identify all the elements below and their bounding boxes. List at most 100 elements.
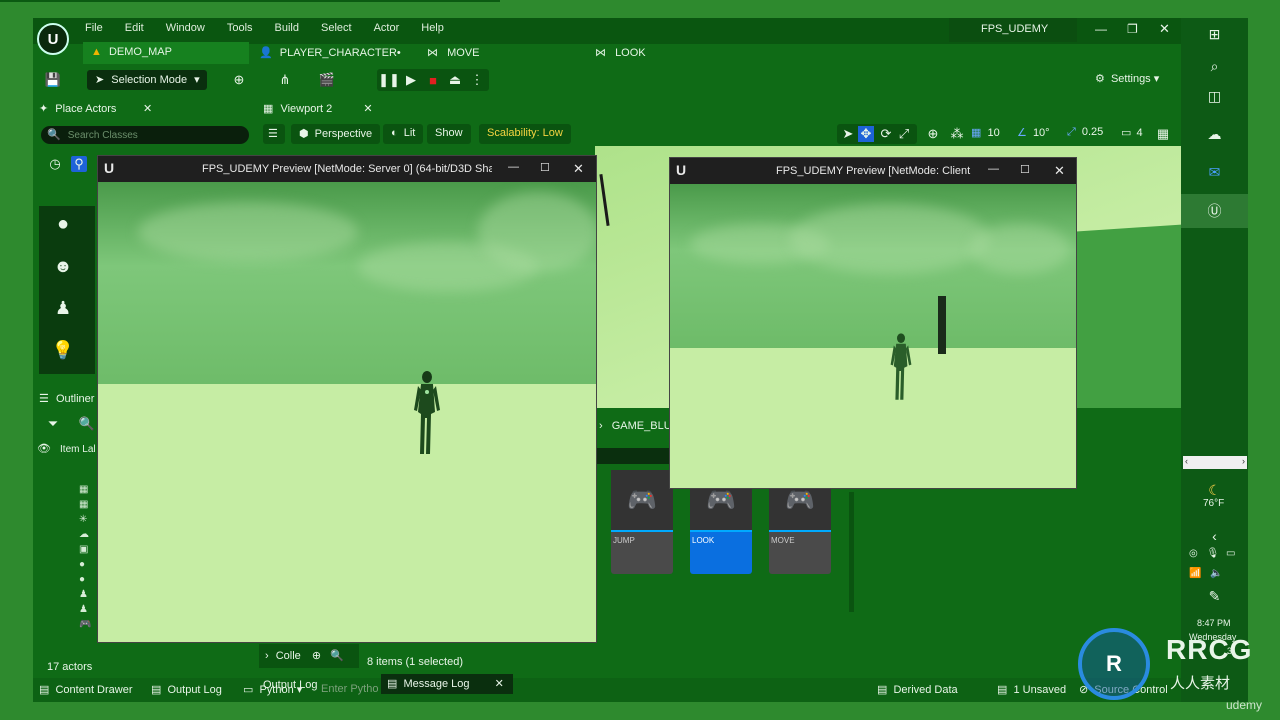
add-actor-icon[interactable]: ⊕ xyxy=(231,72,247,88)
filter-icon[interactable]: ⏷ xyxy=(45,416,61,432)
menu-help[interactable]: Help xyxy=(421,22,444,34)
camera-speed-control[interactable]: ▭ 4 xyxy=(1121,126,1143,139)
log-icon: ▤ xyxy=(151,684,162,696)
eject-icon[interactable]: ⏏ xyxy=(447,72,463,88)
scalability-button[interactable]: Scalability: Low xyxy=(479,124,571,144)
add-icon[interactable]: ⊕ xyxy=(312,650,321,662)
menu-edit[interactable]: Edit xyxy=(125,22,144,34)
chat-icon[interactable]: ☁ xyxy=(1181,120,1248,148)
show-button[interactable]: Show xyxy=(427,124,471,144)
scale-snap-control[interactable]: ⤢ 0.25 xyxy=(1067,126,1103,139)
message-log-tab[interactable]: ▤ Message Log ✕ xyxy=(381,674,513,694)
lit-button[interactable]: ◐ Lit xyxy=(383,124,424,144)
character-icon: 👤 xyxy=(259,47,273,59)
minimize-button[interactable]: — xyxy=(1095,22,1107,36)
more-options-icon[interactable]: ⋮ xyxy=(469,72,485,88)
viewport-tab[interactable]: ▦ Viewport 2 ✕ xyxy=(255,98,385,120)
content-path[interactable]: › GAME_BLU xyxy=(599,420,672,432)
basic-icon[interactable]: ⚲ xyxy=(71,156,87,172)
volume-icon[interactable]: 🔈 xyxy=(1210,568,1222,579)
unreal-logo-icon[interactable]: U xyxy=(37,23,69,55)
taskbar-scrollbar[interactable]: ‹ › xyxy=(1183,456,1247,469)
close-icon[interactable]: ✕ xyxy=(495,678,504,690)
recent-icon[interactable]: ◷ xyxy=(47,156,63,172)
rotation-snap-control[interactable]: ∠ 10° xyxy=(1017,126,1050,139)
windows-start-icon[interactable]: ⊞ xyxy=(1181,20,1248,48)
place-actors-title: Place Actors xyxy=(55,103,117,115)
menu-build[interactable]: Build xyxy=(275,22,299,34)
chevron-left-icon[interactable]: ‹ xyxy=(1181,522,1248,550)
select-tool-icon[interactable]: ➤ xyxy=(840,126,856,142)
chevron-right-icon: › xyxy=(599,420,603,432)
collections-label[interactable]: Colle xyxy=(276,650,301,662)
close-button[interactable]: ✕ xyxy=(1159,21,1170,37)
menu-select[interactable]: Select xyxy=(321,22,352,34)
menu-window[interactable]: Window xyxy=(166,22,205,34)
stop-icon[interactable]: ■ xyxy=(425,72,441,88)
content-scrollbar[interactable] xyxy=(849,492,854,612)
menu-tools[interactable]: Tools xyxy=(227,22,253,34)
hamburger-menu-button[interactable]: ☰ xyxy=(263,124,285,144)
output-log-button[interactable]: ▤ Output Log xyxy=(151,683,222,696)
client-window-title: FPS_UDEMY Preview [NetMode: Client 1 xyxy=(776,165,972,177)
selection-mode-dropdown[interactable]: ➤ Selection Mode ▾ xyxy=(87,70,207,90)
derived-data-button[interactable]: ▤ Derived Data xyxy=(877,683,958,696)
client-game-view[interactable] xyxy=(670,184,1076,488)
clock-time[interactable]: 8:47 PM xyxy=(1197,618,1231,628)
pause-icon[interactable]: ❚❚ xyxy=(378,72,400,88)
search-input[interactable]: Search Classes xyxy=(68,130,138,141)
tab-move[interactable]: ⋈ MOVE xyxy=(419,42,579,64)
server-game-view[interactable] xyxy=(98,182,596,642)
battery-icon[interactable]: ▭ xyxy=(1226,548,1235,559)
search-icon[interactable]: 🔍 xyxy=(330,650,344,662)
tab-demo-map[interactable]: ▲ DEMO_MAP xyxy=(83,42,249,64)
character-actor-icon[interactable]: ☻ xyxy=(54,256,73,276)
scale-tool-icon[interactable]: ⤢ xyxy=(896,126,912,142)
world-space-icon[interactable]: ⊕ xyxy=(925,126,941,142)
close-icon[interactable]: ✕ xyxy=(363,103,372,115)
menu-actor[interactable]: Actor xyxy=(374,22,400,34)
tab-player-character[interactable]: 👤 PLAYER_CHARACTER• xyxy=(251,42,411,64)
light-actor-icon[interactable]: 💡 xyxy=(52,340,74,360)
asset-card-jump[interactable]: 🎮 JUMP xyxy=(611,470,673,574)
wifi-icon[interactable]: 📶 xyxy=(1189,568,1201,579)
task-view-icon[interactable]: ◫ xyxy=(1181,82,1248,110)
close-button[interactable]: ✕ xyxy=(573,161,584,177)
meet-icon[interactable]: ◎ xyxy=(1189,548,1198,559)
search-classes-box[interactable]: 🔍 Search Classes xyxy=(41,126,249,144)
pen-icon[interactable]: ✎ xyxy=(1181,582,1248,610)
save-icon[interactable]: 💾 xyxy=(45,72,61,88)
tab-look[interactable]: ⋈ LOOK xyxy=(587,42,747,64)
pawn-actor-icon[interactable]: ♟ xyxy=(55,298,71,318)
maximize-button[interactable]: ☐ xyxy=(540,161,550,174)
sphere-actor-icon[interactable]: ● xyxy=(55,213,71,235)
cloud xyxy=(138,202,358,262)
gear-icon: ⚙ xyxy=(1095,73,1105,85)
cinematics-icon[interactable]: 🎬 xyxy=(319,72,335,88)
settings-button[interactable]: ⚙ Settings ▾ xyxy=(1095,72,1159,85)
surface-snap-icon[interactable]: ⁂ xyxy=(949,126,965,142)
mic-icon[interactable]: 🎙 xyxy=(1207,548,1220,559)
close-button[interactable]: ✕ xyxy=(1054,163,1065,179)
perspective-button[interactable]: ⬢ Perspective xyxy=(291,124,381,144)
outlook-icon[interactable]: ✉ xyxy=(1181,158,1248,186)
unsaved-button[interactable]: ▤ 1 Unsaved xyxy=(997,683,1066,696)
search-icon[interactable]: ⌕ xyxy=(1181,52,1248,80)
blueprint-icon[interactable]: ⋔ xyxy=(277,72,293,88)
minimize-button[interactable]: — xyxy=(508,161,519,173)
restore-button[interactable]: ❐ xyxy=(1127,22,1138,36)
resume-icon[interactable]: ▶ xyxy=(403,72,419,88)
content-drawer-button[interactable]: ▤ Content Drawer xyxy=(39,683,133,696)
menu-file[interactable]: File xyxy=(85,22,103,34)
search-icon[interactable]: 🔍 xyxy=(79,416,95,432)
maximize-button[interactable]: ☐ xyxy=(1020,163,1030,176)
grid-snap-control[interactable]: ▦ 10 xyxy=(971,126,1000,139)
rrcg-logo-icon: R xyxy=(1078,628,1150,700)
unreal-taskbar-icon[interactable]: Ⓤ xyxy=(1181,194,1248,228)
output-log-tab[interactable]: Output Log xyxy=(259,677,379,695)
layout-icon[interactable]: ▦ xyxy=(1155,126,1171,142)
move-tool-icon[interactable]: ✥ xyxy=(858,126,874,142)
close-icon[interactable]: ✕ xyxy=(143,102,152,115)
minimize-button[interactable]: — xyxy=(988,163,999,175)
rotate-tool-icon[interactable]: ⟳ xyxy=(878,126,894,142)
